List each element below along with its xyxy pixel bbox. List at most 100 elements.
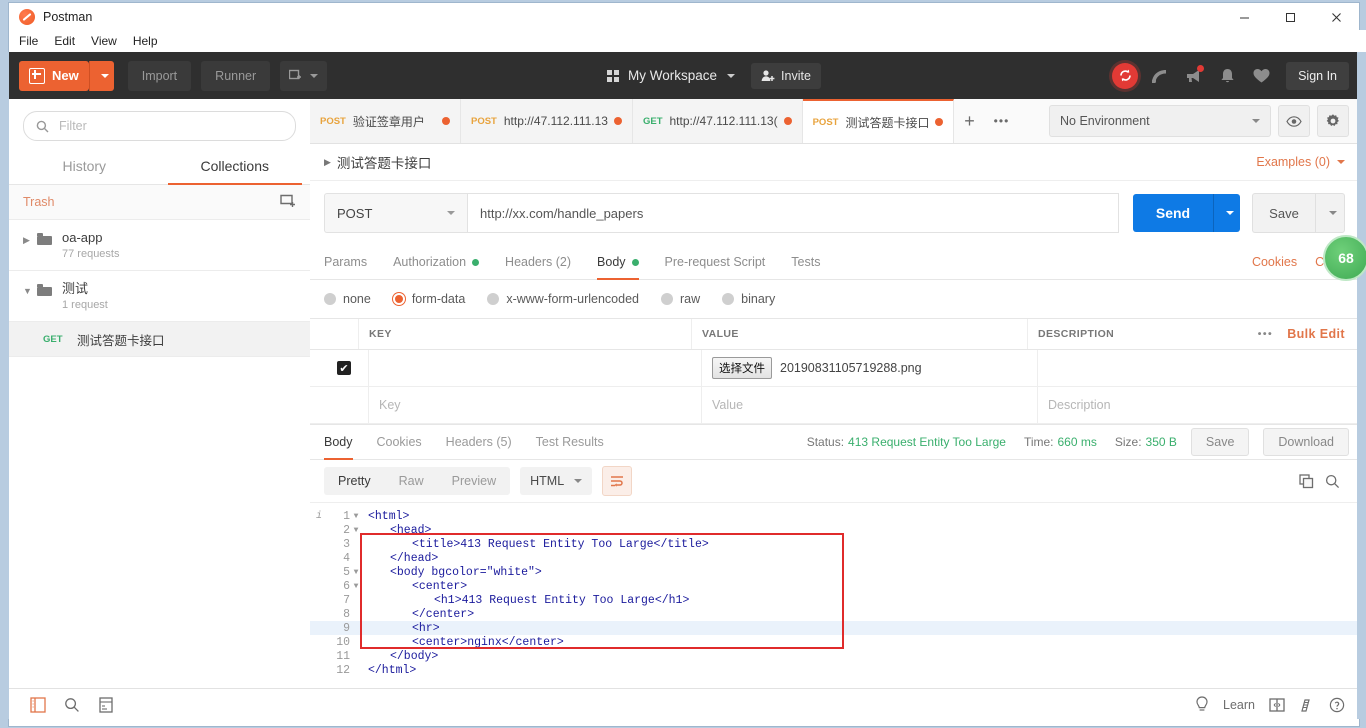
bulk-edit-link[interactable]: Bulk Edit xyxy=(1287,327,1345,341)
two-pane-icon[interactable] xyxy=(1269,697,1285,713)
chevron-down-icon xyxy=(1329,211,1337,215)
invite-button[interactable]: Invite xyxy=(751,62,821,89)
sync-icon[interactable] xyxy=(1108,59,1142,93)
tab-tests[interactable]: Tests xyxy=(791,245,820,279)
fold-icon[interactable]: ▼ xyxy=(350,568,362,577)
fold-icon[interactable]: ▼ xyxy=(350,512,362,521)
trash-row[interactable]: Trash xyxy=(9,185,310,220)
tab-pre-request-script[interactable]: Pre-request Script xyxy=(665,245,766,279)
radio-x-www-form-urlencoded[interactable]: x-www-form-urlencoded xyxy=(487,292,639,306)
response-tab-headers[interactable]: Headers (5) xyxy=(446,425,512,459)
response-code-viewer[interactable]: i 1 ▼ <html> 2 ▼ <head> 3 <title>413 Request E… xyxy=(310,503,1357,677)
format-select[interactable]: HTML xyxy=(520,467,593,495)
open-new-window-button[interactable] xyxy=(280,60,328,91)
menu-item-help[interactable]: Help xyxy=(133,34,158,48)
satellite-icon[interactable] xyxy=(1142,59,1176,93)
sign-in-button[interactable]: Sign In xyxy=(1286,61,1349,90)
bulb-icon[interactable] xyxy=(1195,696,1209,713)
new-value-input[interactable]: Value xyxy=(702,387,1038,423)
cookies-link[interactable]: Cookies xyxy=(1252,255,1297,269)
new-collection-icon[interactable] xyxy=(280,193,296,211)
row-description-cell[interactable] xyxy=(1038,350,1357,386)
new-key-input[interactable]: Key xyxy=(369,387,702,423)
tab-authorization[interactable]: Authorization xyxy=(393,245,480,279)
response-tab-cookies[interactable]: Cookies xyxy=(377,425,422,459)
eye-icon[interactable] xyxy=(1278,105,1310,137)
save-options-button[interactable] xyxy=(1315,193,1345,233)
view-mode-pretty[interactable]: Pretty xyxy=(324,467,385,495)
examples-dropdown[interactable]: Examples (0) xyxy=(1256,155,1345,169)
floating-badge[interactable]: 68 xyxy=(1323,235,1366,281)
menu-item-view[interactable]: View xyxy=(91,34,117,48)
workspace-selector[interactable]: My Workspace Invite xyxy=(607,52,821,99)
word-wrap-icon[interactable] xyxy=(602,466,633,496)
list-item[interactable]: GET 测试答题卡接口 xyxy=(9,322,310,357)
sidebar-tab-collections[interactable]: Collections xyxy=(160,149,311,185)
find-icon[interactable] xyxy=(55,697,89,713)
table-more-button[interactable]: ••• xyxy=(1258,328,1274,340)
radio-binary[interactable]: binary xyxy=(722,292,775,306)
tab-more-button[interactable]: ••• xyxy=(984,99,1018,143)
minimize-icon[interactable] xyxy=(1221,3,1267,31)
row-checkbox-empty[interactable] xyxy=(310,387,369,423)
console-icon[interactable] xyxy=(89,696,123,713)
bell-icon[interactable] xyxy=(1210,59,1244,93)
http-method-select[interactable]: POST xyxy=(324,193,467,233)
new-description-input[interactable]: Description xyxy=(1038,387,1357,423)
collection-oa-app[interactable]: ▶ oa-app 77 requests xyxy=(9,220,310,271)
response-tab-body[interactable]: Body xyxy=(324,425,353,460)
environment-select[interactable]: No Environment xyxy=(1049,105,1271,137)
copy-icon[interactable] xyxy=(1293,473,1319,489)
row-value-cell[interactable]: 选择文件 20190831105719288.png xyxy=(702,350,1038,386)
heart-icon[interactable] xyxy=(1244,59,1278,93)
fold-icon[interactable]: ▼ xyxy=(350,582,362,591)
tab-headers[interactable]: Headers (2) xyxy=(505,245,571,279)
request-tab-3[interactable]: GET http://47.112.111.13( xyxy=(632,99,803,143)
new-dropdown-button[interactable] xyxy=(88,60,114,91)
send-options-button[interactable] xyxy=(1213,194,1240,232)
menu-item-file[interactable]: File xyxy=(19,34,38,48)
megaphone-icon[interactable] xyxy=(1176,59,1210,93)
sidebar-tab-history[interactable]: History xyxy=(9,149,160,184)
runner-button[interactable]: Runner xyxy=(201,60,271,91)
chevron-down-icon xyxy=(727,73,736,78)
help-icon[interactable] xyxy=(1329,697,1345,713)
view-mode-preview[interactable]: Preview xyxy=(438,467,510,495)
maximize-icon[interactable] xyxy=(1267,3,1313,31)
tab-label: Headers (2) xyxy=(505,255,572,269)
gear-icon[interactable] xyxy=(1317,105,1349,137)
tab-body[interactable]: Body xyxy=(597,245,639,280)
menu-item-edit[interactable]: Edit xyxy=(54,34,75,48)
fold-icon[interactable]: ▼ xyxy=(350,526,362,535)
request-tab-1[interactable]: POST 验证签章用户 xyxy=(310,99,461,143)
runner-icon[interactable] xyxy=(1299,697,1315,713)
send-button[interactable]: Send xyxy=(1133,194,1213,232)
radio-raw[interactable]: raw xyxy=(661,292,700,306)
learn-link[interactable]: Learn xyxy=(1223,698,1255,712)
search-input[interactable]: Filter xyxy=(23,111,296,141)
add-tab-button[interactable]: + xyxy=(954,99,984,143)
request-tab-2[interactable]: POST http://47.112.111.13 xyxy=(461,99,633,143)
save-button[interactable]: Save xyxy=(1252,193,1315,233)
response-tab-test-results[interactable]: Test Results xyxy=(536,425,604,459)
sidebar-toggle-icon[interactable] xyxy=(21,696,55,713)
response-save-button[interactable]: Save xyxy=(1190,428,1250,456)
choose-file-button[interactable]: 选择文件 xyxy=(712,357,772,379)
row-key-cell[interactable] xyxy=(369,350,702,386)
search-icon[interactable] xyxy=(1319,474,1345,489)
view-mode-raw[interactable]: Raw xyxy=(385,467,438,495)
row-checkbox[interactable]: ✔ xyxy=(310,350,369,386)
chevron-down-icon[interactable]: ▼ xyxy=(23,281,35,296)
tab-params[interactable]: Params xyxy=(324,245,367,279)
new-button[interactable]: New xyxy=(19,60,89,91)
radio-none[interactable]: none xyxy=(324,292,371,306)
url-input[interactable]: http://xx.com/handle_papers xyxy=(467,193,1119,233)
chevron-right-icon[interactable]: ▶ xyxy=(23,230,35,246)
request-tab-4[interactable]: POST 测试答题卡接口 xyxy=(802,99,955,143)
chevron-right-icon[interactable]: ▶ xyxy=(324,157,331,168)
radio-form-data[interactable]: form-data xyxy=(392,292,465,306)
collection-ceshi[interactable]: ▼ 测试 1 request xyxy=(9,271,310,322)
import-button[interactable]: Import xyxy=(127,60,192,91)
close-icon[interactable] xyxy=(1313,3,1359,31)
response-download-button[interactable]: Download xyxy=(1263,428,1349,456)
